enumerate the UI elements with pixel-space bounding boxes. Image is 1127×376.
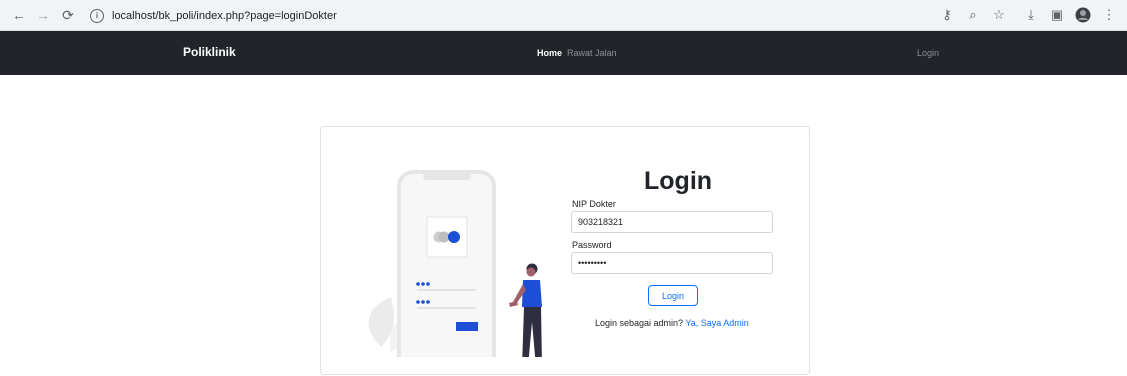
admin-login-line: Login sebagai admin? Ya, Saya Admin [595, 318, 749, 328]
forward-icon[interactable]: → [32, 4, 54, 26]
admin-prompt-text: Login sebagai admin? [595, 318, 684, 328]
side-panel-icon[interactable]: ▣ [1047, 5, 1067, 25]
reload-icon[interactable]: ⟳ [57, 4, 79, 26]
site-info-icon[interactable]: i [90, 8, 104, 23]
nip-input[interactable]: 903218321 [571, 211, 773, 233]
nip-label: NIP Dokter [572, 199, 616, 209]
password-value: ••••••••• [578, 258, 607, 268]
main-navbar: Poliklinik Home Rawat Jalan Login [0, 31, 1127, 75]
nav-rawat-jalan-link[interactable]: Rawat Jalan [567, 48, 617, 58]
password-label: Password [572, 240, 612, 250]
download-icon[interactable]: ⤓ [1021, 5, 1041, 25]
back-icon[interactable]: ← [8, 4, 30, 26]
url-path: /bk_poli/index.php?page=loginDokter [155, 9, 337, 22]
menu-icon[interactable]: ⋮ [1099, 5, 1119, 25]
nav-home-link[interactable]: Home [537, 48, 562, 58]
admin-login-link[interactable]: Ya, Saya Admin [685, 318, 748, 328]
password-input[interactable]: ••••••••• [571, 252, 773, 274]
login-card: Login NIP Dokter 903218321 Password ••••… [320, 126, 810, 375]
browser-toolbar: ← → ⟳ i localhost/bk_poli/index.php?page… [0, 0, 1127, 31]
login-submit-button[interactable]: Login [648, 285, 698, 306]
url-host: localhost [112, 9, 156, 22]
login-illustration [368, 170, 542, 357]
nav-login-link[interactable]: Login [917, 48, 939, 58]
profile-avatar-icon[interactable] [1073, 5, 1093, 25]
key-icon[interactable]: ⚷ [937, 5, 957, 25]
star-icon[interactable]: ☆ [989, 5, 1009, 25]
navbar-brand[interactable]: Poliklinik [183, 45, 236, 59]
login-title: Login [644, 167, 713, 195]
nip-value: 903218321 [578, 217, 624, 227]
zoom-icon[interactable]: ⌕ [963, 5, 983, 25]
